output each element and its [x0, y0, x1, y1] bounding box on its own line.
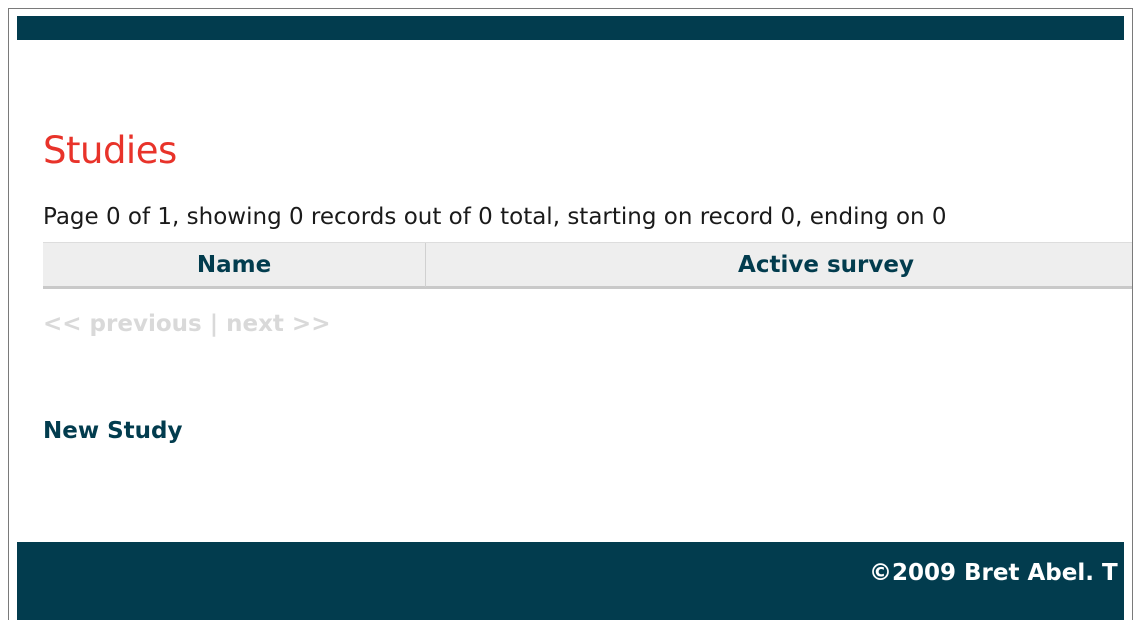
browser-viewport: Studies Page 0 of 1, showing 0 records o… — [8, 8, 1133, 620]
column-header-active-survey[interactable]: Active survey — [426, 243, 1132, 287]
studies-table-header: Name Active survey — [43, 242, 1132, 289]
new-study-link[interactable]: New Study — [43, 418, 183, 444]
column-header-name[interactable]: Name — [43, 243, 426, 287]
page-title: Studies — [43, 129, 177, 172]
header-bar — [17, 16, 1124, 40]
pagination-summary: Page 0 of 1, showing 0 records out of 0 … — [43, 204, 947, 230]
pager-separator: | — [201, 311, 227, 337]
previous-page-link: << previous — [43, 311, 202, 337]
pagination-controls: << previous | next >> — [43, 311, 330, 337]
copyright-text: ©2009 Bret Abel. T — [869, 560, 1118, 586]
next-page-link: next >> — [226, 311, 331, 337]
footer-bar: ©2009 Bret Abel. T — [17, 542, 1124, 620]
